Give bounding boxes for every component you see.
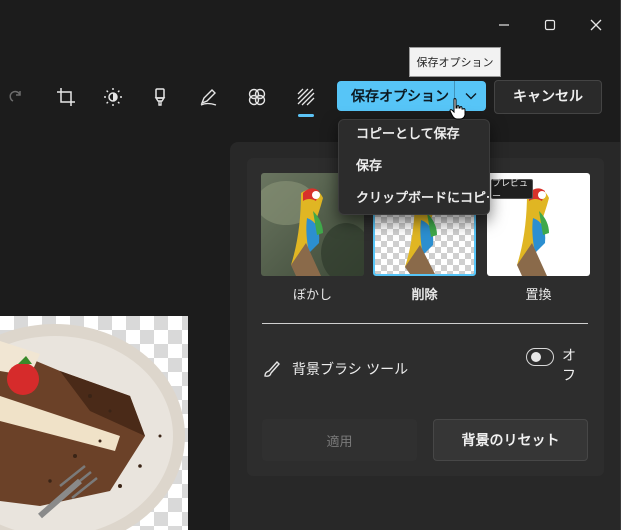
menu-item-copy-to-clipboard[interactable]: クリップボードにコピー bbox=[339, 184, 489, 214]
apply-button[interactable]: 適用 bbox=[262, 419, 417, 461]
cake-photo-image bbox=[0, 324, 185, 530]
background-brush-row: 背景ブラシ ツール bbox=[262, 356, 408, 382]
background-brush-toggle[interactable] bbox=[526, 348, 554, 366]
title-bar bbox=[0, 0, 620, 52]
crop-tool-button[interactable] bbox=[51, 82, 81, 112]
remove-option-label: 削除 bbox=[411, 288, 438, 303]
save-options-tooltip: 保存オプション bbox=[409, 47, 501, 77]
draw-tool-button[interactable] bbox=[193, 82, 223, 112]
save-options-label[interactable]: 保存オプション bbox=[337, 86, 454, 106]
background-tool-button[interactable] bbox=[291, 82, 321, 112]
close-icon bbox=[590, 19, 602, 31]
brush-icon bbox=[264, 360, 280, 377]
filter-icon bbox=[248, 88, 266, 106]
toggle-state-label: オフ bbox=[562, 348, 576, 384]
menu-item-save-as-copy[interactable]: コピーとして保存 bbox=[339, 120, 489, 150]
minimize-icon bbox=[499, 24, 509, 26]
marker-icon bbox=[154, 88, 166, 106]
menu-item-save[interactable]: 保存 bbox=[339, 152, 489, 182]
background-removal-icon bbox=[297, 88, 315, 106]
filter-tool-button[interactable] bbox=[242, 82, 272, 112]
maximize-icon bbox=[544, 19, 556, 31]
redo-button[interactable] bbox=[1, 82, 31, 112]
close-button[interactable] bbox=[579, 8, 613, 42]
background-brush-label: 背景ブラシ ツール bbox=[292, 362, 409, 378]
active-tool-indicator bbox=[298, 114, 314, 117]
brightness-icon bbox=[104, 88, 122, 106]
reset-background-button[interactable]: 背景のリセット bbox=[433, 419, 588, 461]
minimize-button[interactable] bbox=[487, 8, 521, 42]
save-options-menu: コピーとして保存 保存 クリップボードにコピー bbox=[338, 119, 490, 215]
replace-option-label: 置換 bbox=[525, 288, 552, 303]
cancel-button[interactable]: キャンセル bbox=[494, 80, 602, 114]
crop-icon bbox=[57, 88, 75, 106]
redo-icon bbox=[9, 90, 21, 102]
maximize-button[interactable] bbox=[533, 8, 567, 42]
retouch-tool-button[interactable] bbox=[145, 82, 175, 112]
adjust-tool-button[interactable] bbox=[98, 82, 128, 112]
pen-icon bbox=[200, 89, 217, 106]
blur-option-label: ぼかし bbox=[292, 288, 332, 303]
toggle-knob bbox=[531, 352, 541, 362]
section-divider bbox=[262, 323, 588, 324]
hand-cursor-icon bbox=[449, 98, 466, 120]
preview-tooltip: プレビュー bbox=[491, 179, 533, 202]
photo-canvas bbox=[0, 316, 188, 530]
